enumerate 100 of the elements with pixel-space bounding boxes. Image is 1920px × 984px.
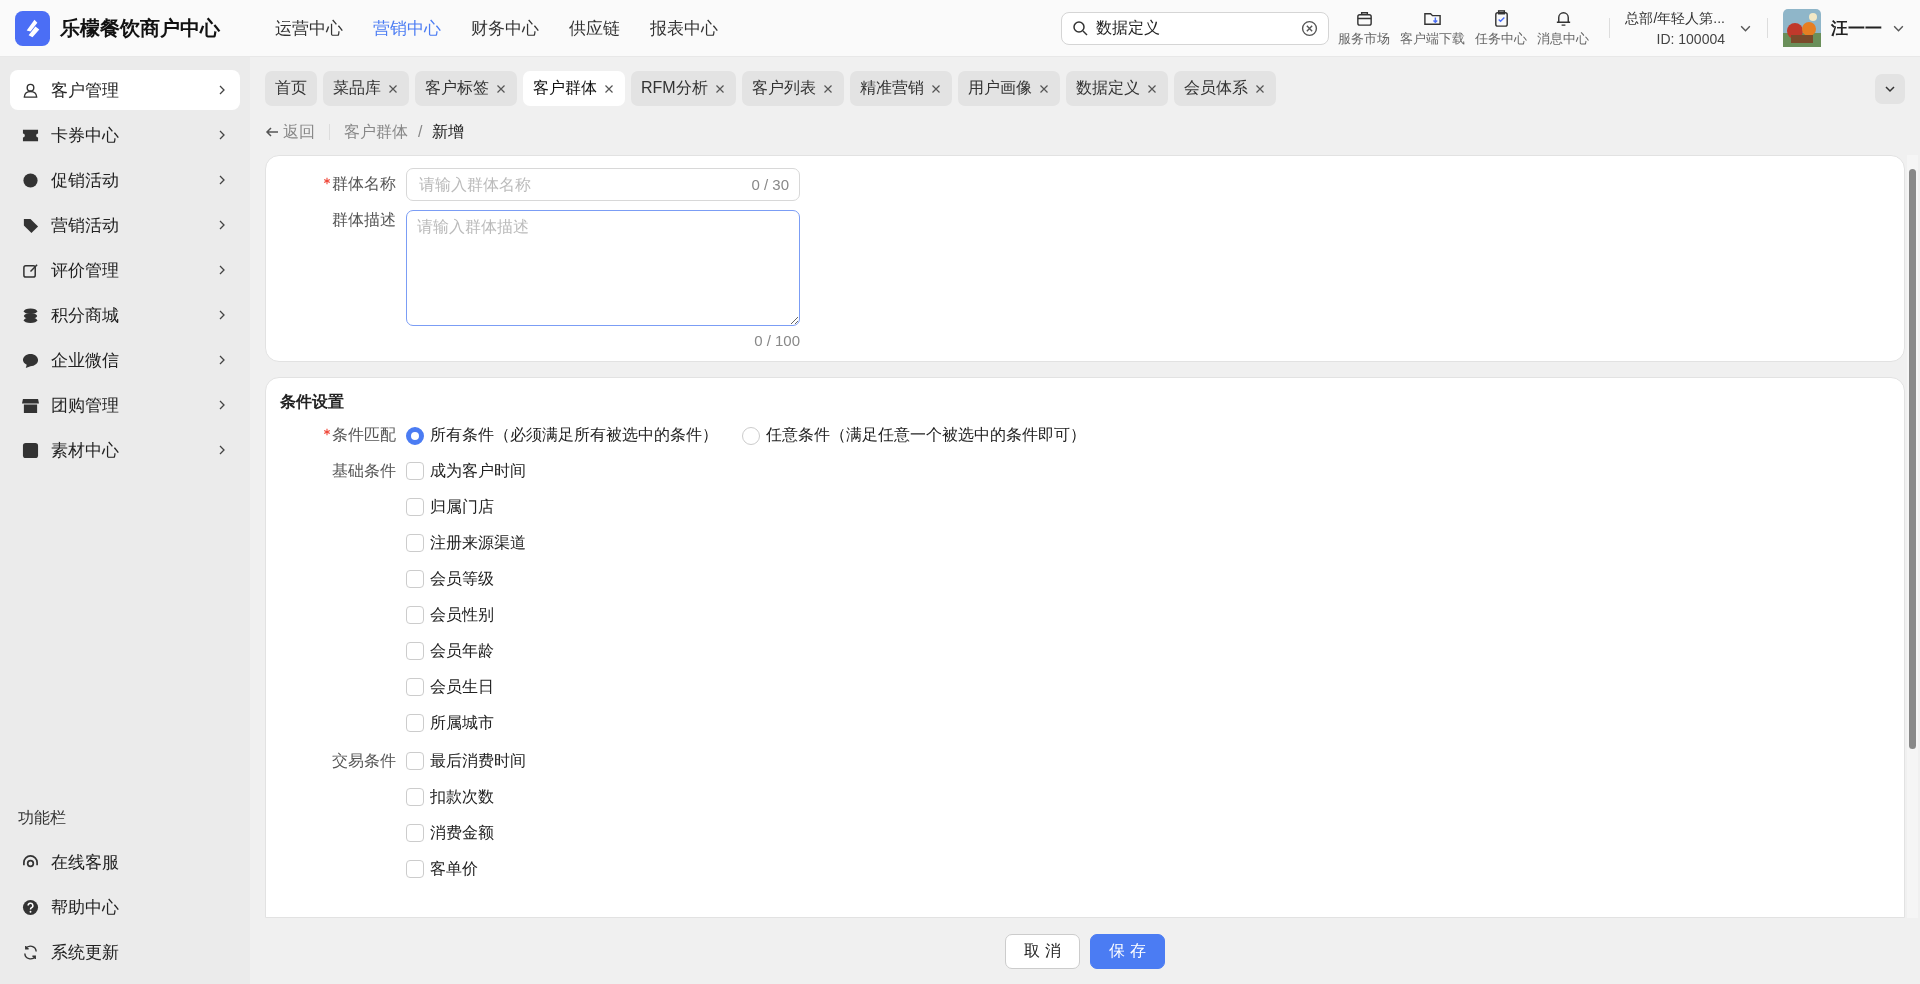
close-icon[interactable] <box>603 82 615 95</box>
checkbox[interactable] <box>406 788 424 806</box>
close-icon[interactable] <box>713 82 726 95</box>
field-label: 群体描述 <box>331 210 396 230</box>
checkbox[interactable] <box>406 752 424 770</box>
field-label: 群体名称 <box>266 174 396 195</box>
sidebar-item[interactable]: 卡券中心 <box>10 115 240 155</box>
tab[interactable]: RFM分析 <box>631 71 736 106</box>
tabs-dropdown-button[interactable] <box>1875 73 1905 104</box>
close-icon[interactable] <box>1253 82 1266 95</box>
cancel-button[interactable]: 取 消 <box>1005 933 1080 969</box>
toolbar-button[interactable]: 消息中心 <box>1532 8 1595 48</box>
sidebar-item[interactable]: 营销活动 <box>10 205 240 245</box>
app-title: 乐檬餐饮商户中心 <box>60 15 220 41</box>
checkbox[interactable] <box>406 678 424 696</box>
section-title: 条件设置 <box>280 392 345 412</box>
sidebar-item[interactable]: 企业微信 <box>10 340 240 380</box>
tab[interactable]: 用户画像 <box>957 71 1060 106</box>
sidebar-item[interactable]: 团购管理 <box>10 385 240 425</box>
tab[interactable]: 客户列表 <box>741 71 844 106</box>
radio-button[interactable] <box>406 426 424 445</box>
tab[interactable]: 菜品库 <box>323 71 409 106</box>
checkbox[interactable] <box>406 462 424 480</box>
help-icon <box>22 898 39 916</box>
checkbox-option[interactable]: 注册来源渠道 <box>406 530 526 556</box>
toolbar-button[interactable]: 服务市场 <box>1333 8 1396 48</box>
checkbox-option[interactable]: 消费金额 <box>406 820 526 846</box>
checkbox-option[interactable]: 成为客户时间 <box>406 458 526 484</box>
sidebar-item[interactable]: 评价管理 <box>10 250 240 290</box>
checkbox[interactable] <box>406 534 424 552</box>
user-name[interactable]: 汪一一 <box>1831 16 1882 40</box>
save-button[interactable]: 保 存 <box>1090 933 1165 969</box>
nav-link[interactable]: 财务中心 <box>471 16 539 40</box>
nav-link[interactable]: 报表中心 <box>650 16 718 40</box>
breadcrumb-separator: / <box>418 123 423 141</box>
required-icon <box>323 177 331 185</box>
close-icon[interactable] <box>1037 82 1050 95</box>
close-icon[interactable] <box>495 82 507 95</box>
logo-icon <box>15 10 50 46</box>
checkbox[interactable] <box>406 860 424 878</box>
arrow-left-icon <box>265 125 279 139</box>
checkbox-option[interactable]: 归属门店 <box>406 494 526 520</box>
checkbox[interactable] <box>406 824 424 842</box>
organization-name: 总部/年轻人第... <box>1625 9 1725 28</box>
breadcrumb-item: 新增 <box>432 121 465 142</box>
scrollbar[interactable] <box>1907 155 1918 918</box>
checkbox[interactable] <box>406 570 424 588</box>
user-icon <box>22 81 39 99</box>
sidebar-item[interactable]: 积分商城 <box>10 295 240 335</box>
name-input[interactable]: 请输入群体名称 0 / 30 <box>406 168 800 201</box>
tab[interactable]: 精准营销 <box>849 71 952 106</box>
close-icon[interactable] <box>821 82 834 95</box>
close-icon[interactable] <box>1145 82 1158 95</box>
toolbar-button[interactable]: 任务中心 <box>1470 8 1533 48</box>
checkbox-option[interactable]: 客单价 <box>406 856 526 882</box>
required-icon <box>323 428 331 436</box>
sidebar-item[interactable]: 客户管理 <box>10 70 240 110</box>
checkbox-option[interactable]: 最后消费时间 <box>406 748 526 774</box>
description-textarea[interactable]: 请输入群体描述 <box>406 210 800 326</box>
sidebar-item[interactable]: 促销活动 <box>10 160 240 200</box>
search-input[interactable]: 数据定义 <box>1094 18 1296 38</box>
checkbox[interactable] <box>406 714 424 732</box>
organization-id: ID: 100004 <box>1656 30 1725 47</box>
checkbox-option[interactable]: 扣款次数 <box>406 784 526 810</box>
nav-link[interactable]: 供应链 <box>569 16 620 40</box>
sidebar-item[interactable]: 在线客服 <box>10 842 240 882</box>
checkbox-option[interactable]: 所属城市 <box>406 710 526 736</box>
sidebar-item[interactable]: 系统更新 <box>10 932 240 972</box>
group-label: 交易条件 <box>331 751 396 771</box>
radio-button[interactable] <box>742 426 760 445</box>
character-counter: 0 / 100 <box>754 332 800 349</box>
clear-icon[interactable] <box>1301 19 1319 37</box>
checkbox-option[interactable]: 会员等级 <box>406 566 526 592</box>
close-icon[interactable] <box>929 82 942 95</box>
nav-link[interactable]: 营销中心 <box>373 16 441 40</box>
nav-link[interactable]: 运营中心 <box>275 16 343 40</box>
close-icon[interactable] <box>387 82 399 95</box>
coins-icon <box>22 306 39 324</box>
tab[interactable]: 会员体系 <box>1173 71 1276 106</box>
sidebar-item[interactable]: 素材中心 <box>10 430 240 470</box>
tab[interactable]: 数据定义 <box>1065 71 1168 106</box>
checkbox-option[interactable]: 会员年龄 <box>406 638 526 664</box>
radio-option[interactable]: 所有条件（必须满足所有被选中的条件） <box>406 425 718 446</box>
checkbox[interactable] <box>406 498 424 516</box>
section-title: 功能栏 <box>17 808 67 828</box>
search-field[interactable]: 数据定义 <box>1061 11 1330 45</box>
edit-icon <box>22 261 39 279</box>
tab[interactable]: 首页 <box>265 71 317 106</box>
tab[interactable]: 客户标签 <box>415 71 517 106</box>
radio-option[interactable]: 任意条件（满足任意一个被选中的条件即可） <box>742 425 1086 446</box>
checkbox[interactable] <box>406 642 424 660</box>
checkbox[interactable] <box>406 606 424 624</box>
checkbox-option[interactable]: 会员生日 <box>406 674 526 700</box>
group-label: 基础条件 <box>331 461 396 481</box>
tab[interactable]: 客户群体 <box>523 71 625 106</box>
sidebar-item[interactable]: 帮助中心 <box>10 887 240 927</box>
chat-icon <box>22 351 39 369</box>
tag-icon <box>22 216 39 234</box>
checkbox-option[interactable]: 会员性别 <box>406 602 526 628</box>
toolbar-button[interactable]: 客户端下载 <box>1395 8 1471 48</box>
